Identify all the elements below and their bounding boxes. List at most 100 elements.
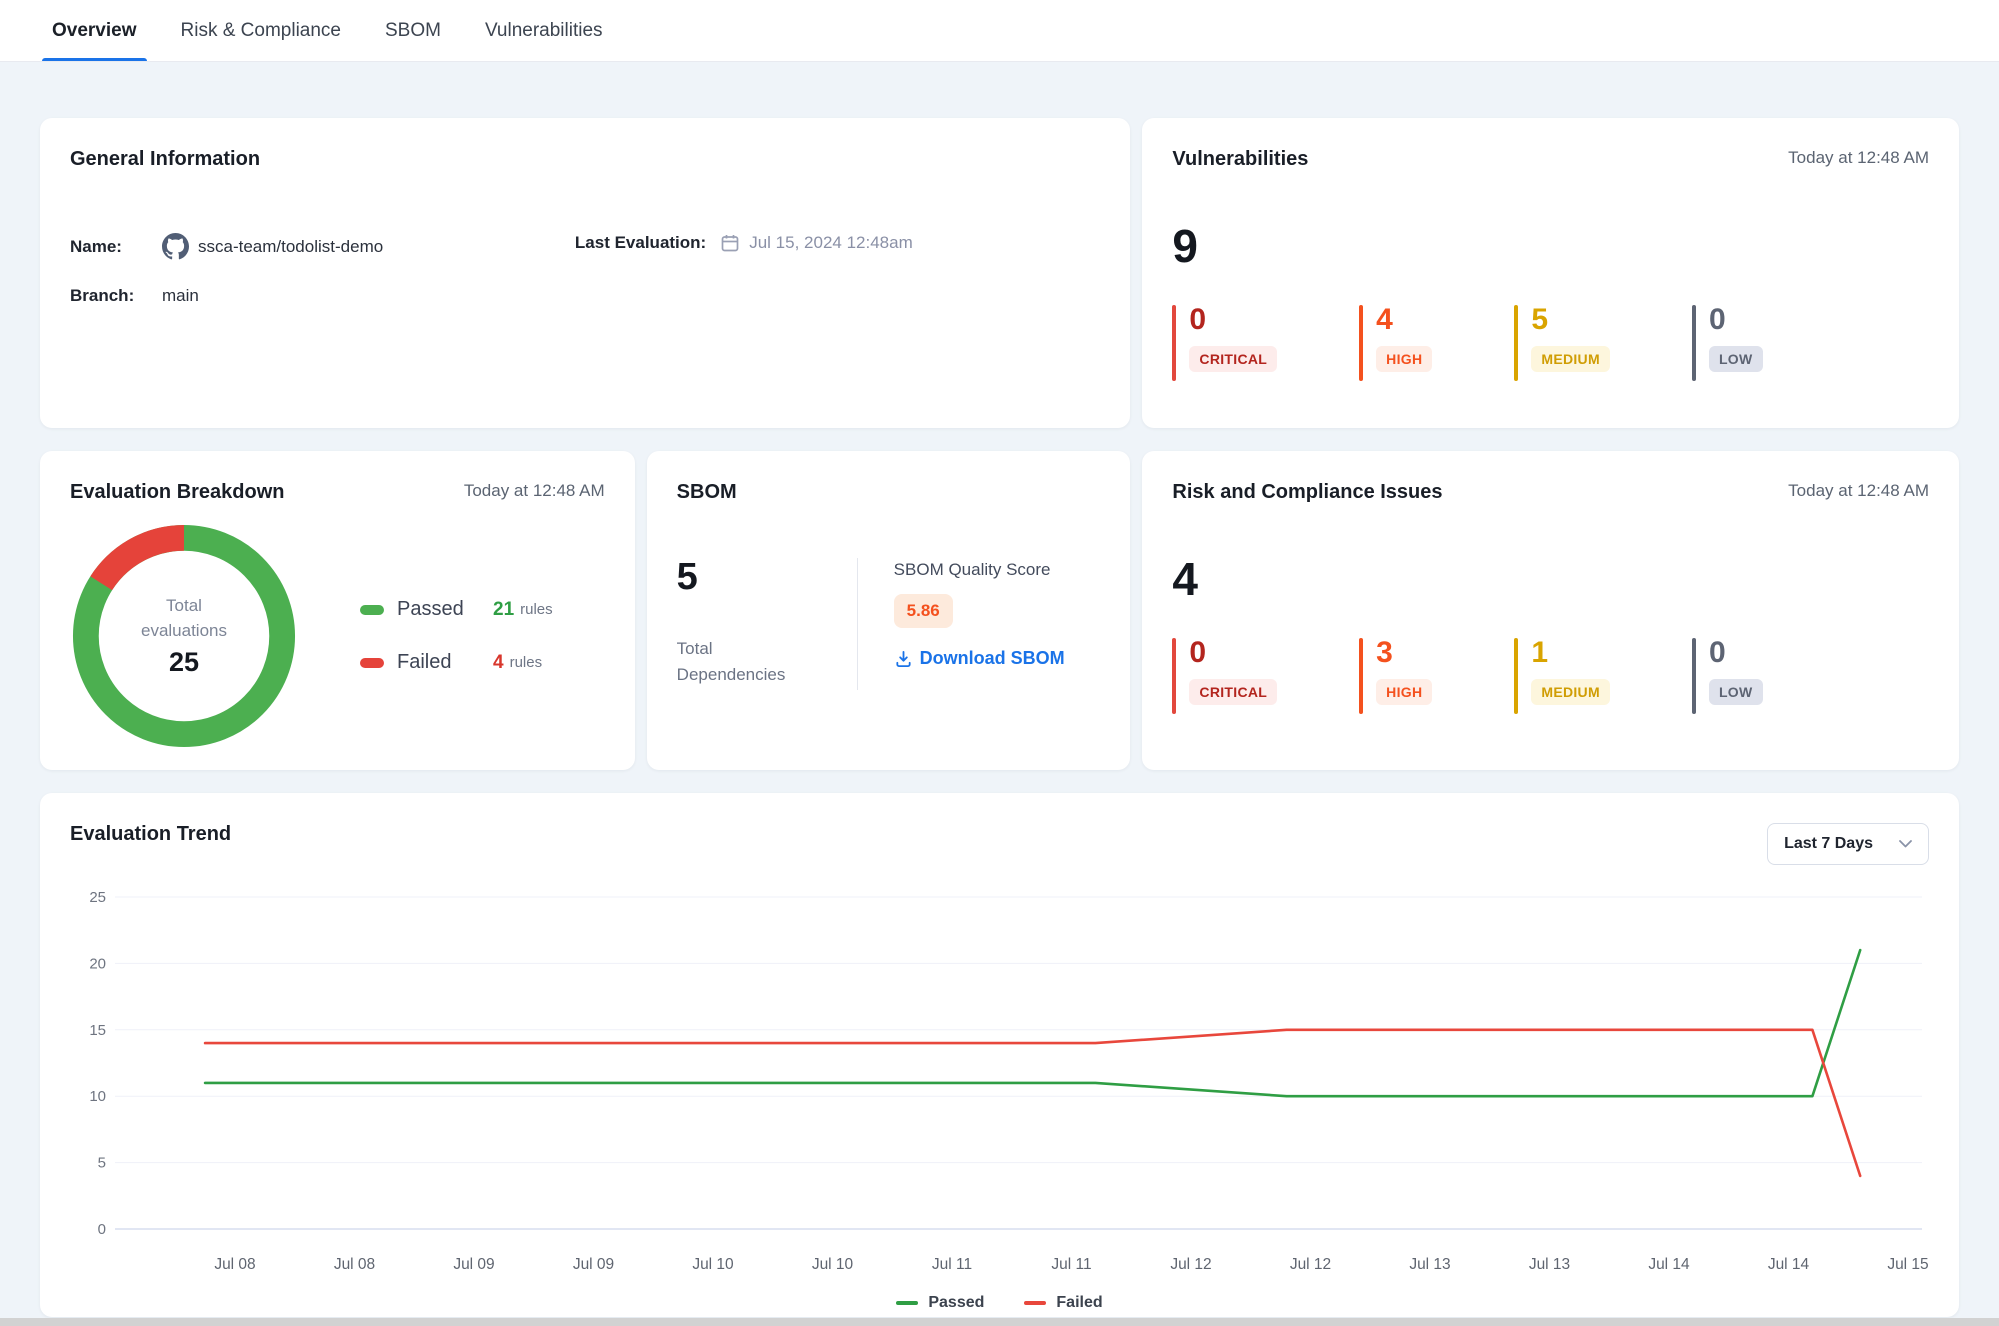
severity-bar [1359, 305, 1363, 381]
severity-count: 4 [1376, 305, 1432, 335]
passed-marker [360, 605, 384, 615]
severity-badge: MEDIUM [1531, 679, 1610, 705]
passed-count: 21 [493, 599, 514, 621]
severity-count: 3 [1376, 638, 1432, 668]
severity-count: 5 [1531, 305, 1610, 335]
evaluation-breakdown-timestamp: Today at 12:48 AM [464, 481, 605, 501]
severity-badge: HIGH [1376, 346, 1432, 372]
passed-line-marker [896, 1301, 918, 1304]
last-evaluation-field: Last Evaluation: Jul 15, 2024 12:48am [575, 233, 913, 253]
severity-bar [1514, 305, 1518, 381]
last-evaluation-label: Last Evaluation: [575, 233, 706, 253]
svg-text:25: 25 [89, 889, 106, 906]
svg-text:20: 20 [89, 955, 106, 972]
sbom-card: SBOM 5 Total Dependencies SBOM Quality S… [647, 451, 1131, 770]
evaluation-breakdown-card: Evaluation Breakdown Today at 12:48 AM T… [40, 451, 635, 770]
branch-field: Branch: main [70, 286, 575, 306]
passed-unit: rules [520, 601, 553, 618]
sbom-quality-score-label: SBOM Quality Score [894, 560, 1065, 580]
severity-count: 0 [1189, 305, 1277, 335]
branch-value: main [162, 286, 199, 306]
severity-bar [1172, 638, 1176, 714]
severity-bar [1172, 305, 1176, 381]
divider [857, 558, 858, 690]
trend-legend-failed: Failed [1024, 1294, 1102, 1312]
vulnerabilities-title: Vulnerabilities [1172, 148, 1308, 171]
severity-low: 0 LOW [1692, 638, 1763, 714]
svg-text:Jul 09: Jul 09 [573, 1256, 614, 1273]
general-information-card: General Information Name: ssca-team/todo… [40, 118, 1130, 428]
risk-compliance-timestamp: Today at 12:48 AM [1788, 481, 1929, 501]
svg-text:Jul 09: Jul 09 [453, 1256, 494, 1273]
tab-vulnerabilities[interactable]: Vulnerabilities [485, 0, 603, 61]
repo-name-value: ssca-team/todolist-demo [198, 237, 383, 257]
donut-center-label: Total evaluations [124, 594, 244, 643]
risk-compliance-title: Risk and Compliance Issues [1172, 481, 1442, 504]
sbom-title: SBOM [677, 481, 737, 504]
svg-text:Jul 12: Jul 12 [1170, 1256, 1211, 1273]
failed-unit: rules [510, 654, 543, 671]
severity-badge: CRITICAL [1189, 679, 1277, 705]
severity-bar [1514, 638, 1518, 714]
svg-text:Jul 14: Jul 14 [1648, 1256, 1690, 1273]
total-dependencies-label: Total Dependencies [677, 636, 817, 687]
last-evaluation-value: Jul 15, 2024 12:48am [749, 233, 913, 253]
vulnerabilities-timestamp: Today at 12:48 AM [1788, 148, 1929, 168]
evaluation-trend-title: Evaluation Trend [70, 823, 231, 846]
svg-text:Jul 08: Jul 08 [214, 1256, 255, 1273]
severity-badge: CRITICAL [1189, 346, 1277, 372]
failed-label: Failed [397, 651, 493, 674]
name-field: Name: ssca-team/todolist-demo [70, 233, 575, 260]
calendar-icon [720, 233, 740, 253]
trend-legend-passed: Passed [896, 1294, 984, 1312]
severity-high: 3HIGH [1359, 638, 1432, 714]
dashboard-content: General Information Name: ssca-team/todo… [0, 62, 1999, 1317]
severity-badge: LOW [1709, 346, 1763, 372]
vulnerabilities-severity-row: 0 CRITICAL 4 HIGH 5 MEDIUM 0LOW [1172, 305, 1929, 381]
tab-sbom[interactable]: SBOM [385, 0, 441, 61]
evaluation-trend-card: Evaluation Trend Last 7 Days 0510152025J… [40, 793, 1959, 1317]
donut-center-value: 25 [169, 647, 199, 678]
trend-range-select[interactable]: Last 7 Days [1767, 823, 1929, 865]
download-sbom-link[interactable]: Download SBOM [894, 648, 1065, 669]
legend-item-passed: Passed 21 rules [360, 598, 553, 621]
severity-badge: LOW [1709, 679, 1763, 705]
severity-bar [1692, 305, 1696, 381]
trend-range-label: Last 7 Days [1784, 835, 1873, 853]
svg-text:Jul 14: Jul 14 [1768, 1256, 1810, 1273]
evaluation-breakdown-title: Evaluation Breakdown [70, 481, 285, 504]
risk-severity-row: 0 CRITICAL 3HIGH 1 MEDIUM 0 LOW [1172, 638, 1929, 714]
severity-count: 1 [1531, 638, 1610, 668]
severity-high: 4 HIGH [1359, 305, 1432, 381]
severity-bar [1692, 638, 1696, 714]
trend-legend: Passed Failed [70, 1294, 1929, 1312]
severity-count: 0 [1189, 638, 1277, 668]
severity-low: 0LOW [1692, 305, 1763, 381]
severity-critical: 0 CRITICAL [1172, 638, 1277, 714]
svg-text:Jul 10: Jul 10 [812, 1256, 854, 1273]
svg-text:5: 5 [98, 1155, 106, 1172]
svg-text:Jul 12: Jul 12 [1290, 1256, 1331, 1273]
risk-compliance-total: 4 [1172, 556, 1929, 602]
total-dependencies-value: 5 [677, 558, 857, 596]
failed-marker [360, 658, 384, 668]
severity-badge: MEDIUM [1531, 346, 1610, 372]
severity-medium: 1 MEDIUM [1514, 638, 1610, 714]
tab-overview[interactable]: Overview [52, 0, 137, 61]
passed-label: Passed [397, 598, 493, 621]
bottom-scrollbar[interactable] [0, 1318, 1999, 1326]
severity-count: 0 [1709, 638, 1763, 668]
svg-text:Jul 10: Jul 10 [692, 1256, 734, 1273]
evaluations-donut-chart: Total evaluations 25 [70, 522, 298, 750]
name-label: Name: [70, 237, 162, 257]
tab-risk-compliance[interactable]: Risk & Compliance [181, 0, 342, 61]
svg-text:Jul 11: Jul 11 [932, 1256, 972, 1273]
failed-count: 4 [493, 652, 504, 674]
tab-bar: Overview Risk & Compliance SBOM Vulnerabili… [0, 0, 1999, 62]
severity-medium: 5 MEDIUM [1514, 305, 1610, 381]
general-information-title: General Information [70, 148, 260, 171]
failed-line-marker [1024, 1301, 1046, 1304]
svg-text:15: 15 [89, 1022, 106, 1039]
github-icon [162, 233, 189, 260]
risk-compliance-card: Risk and Compliance Issues Today at 12:4… [1142, 451, 1959, 770]
